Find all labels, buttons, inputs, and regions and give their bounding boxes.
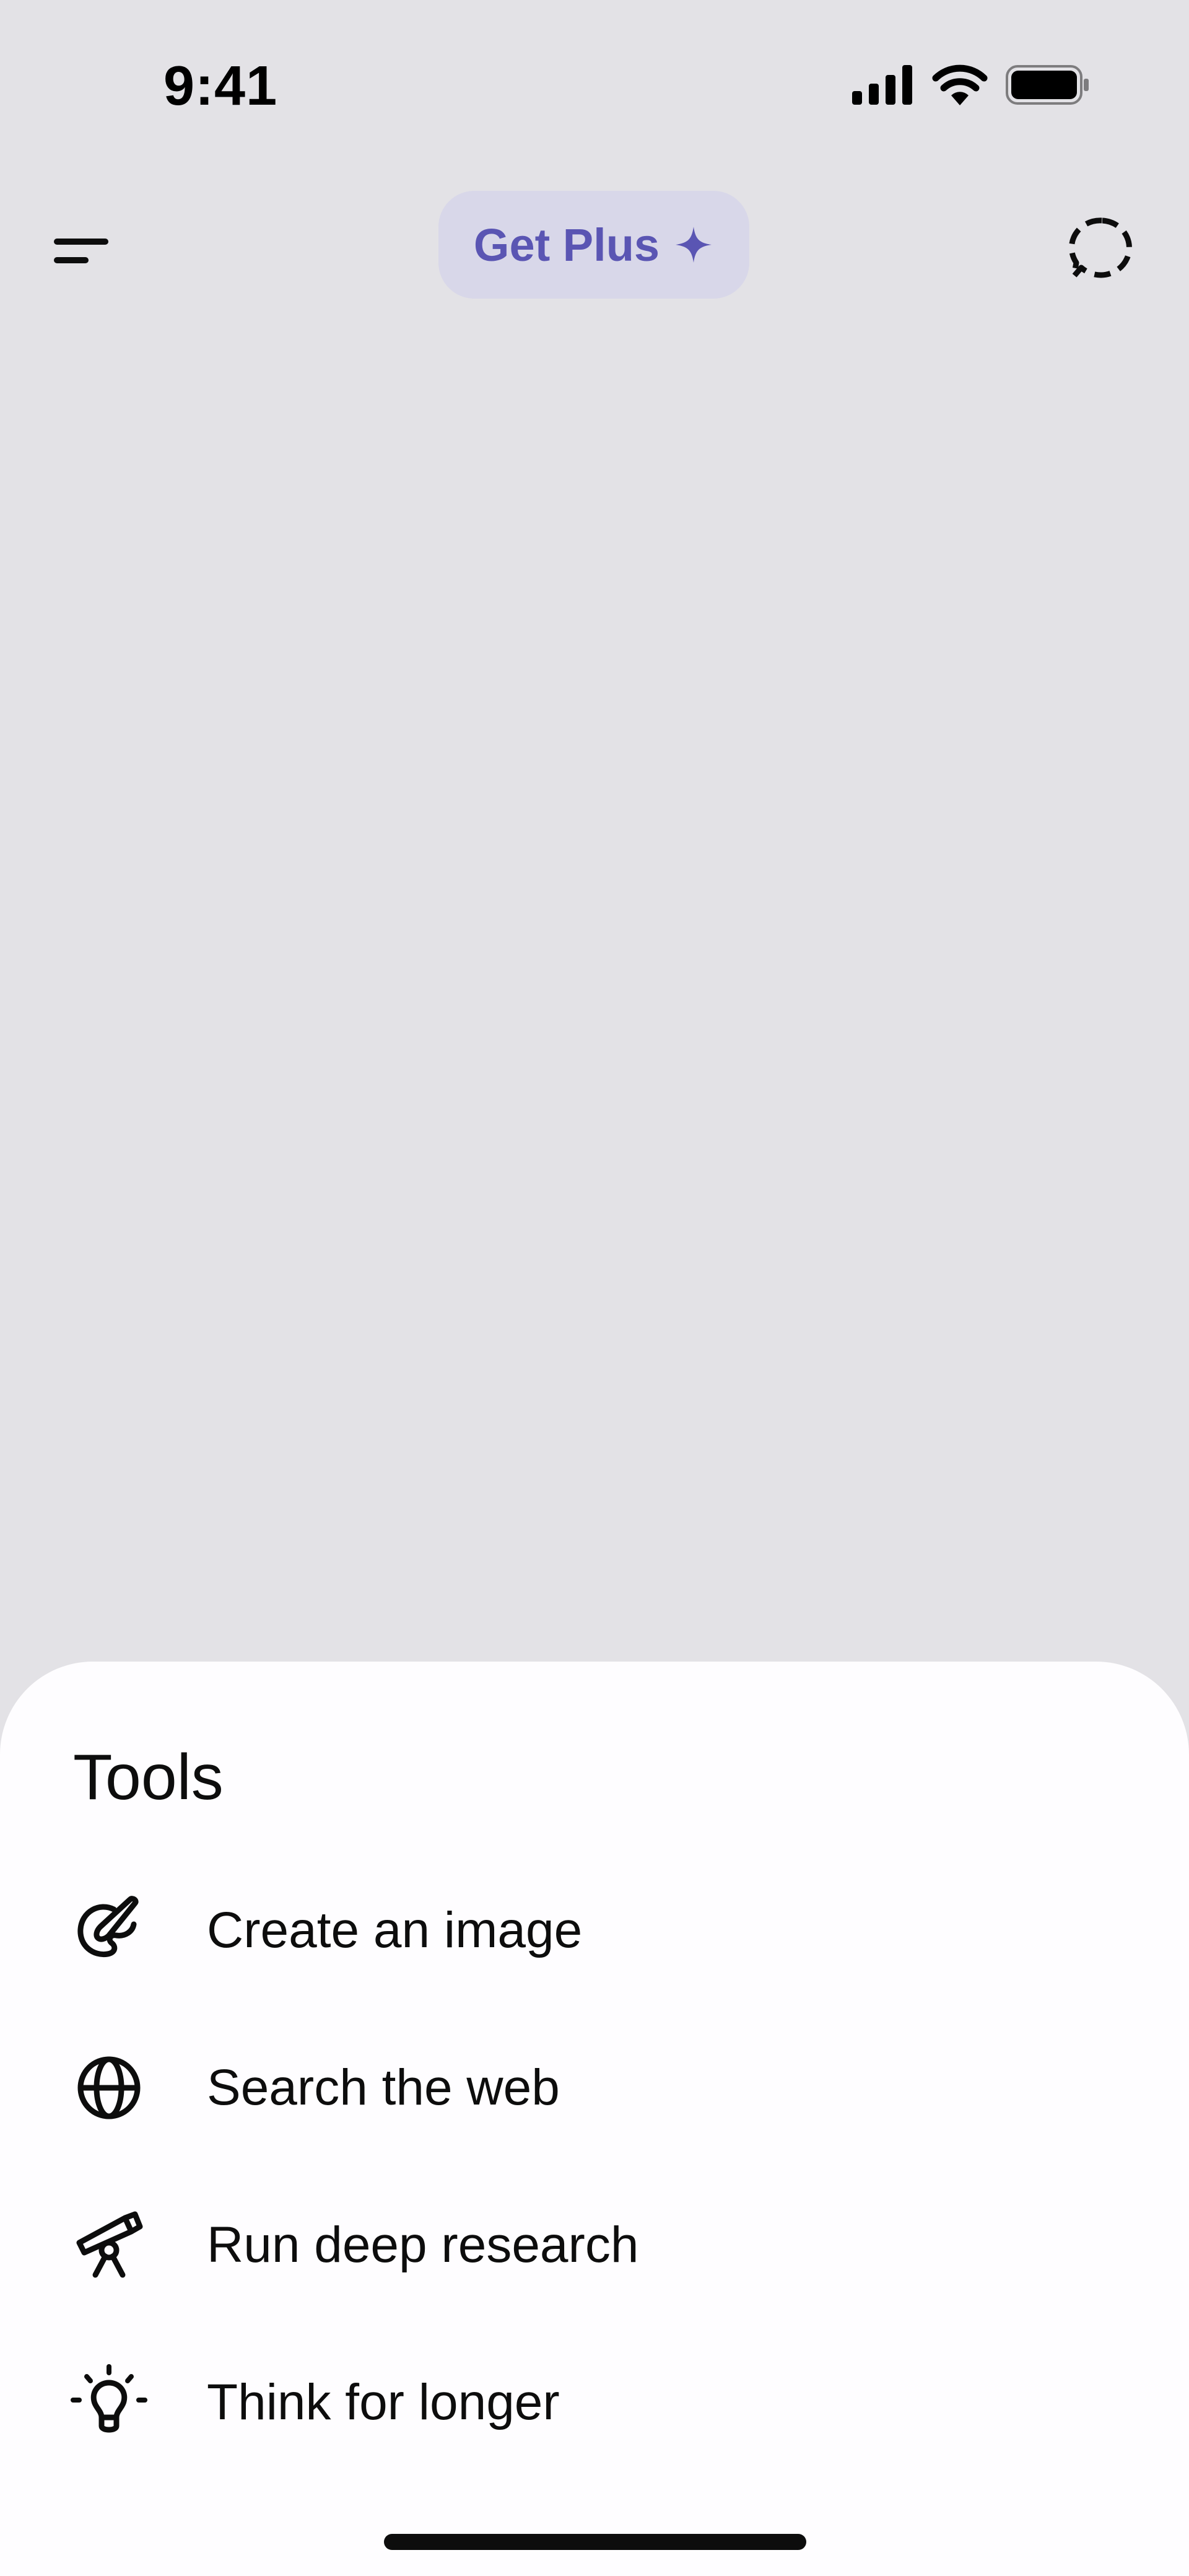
tool-label: Create an image [207,1902,583,1958]
menu-icon [54,239,108,263]
status-time: 9:41 [163,55,278,117]
home-indicator [384,2534,806,2550]
tool-deep-research[interactable]: Run deep research [0,2183,1189,2307]
battery-icon [1006,65,1089,105]
tool-search-web[interactable]: Search the web [0,2026,1189,2150]
tool-think-longer[interactable]: Think for longer [0,2341,1189,2464]
tool-create-image[interactable]: Create an image [0,1868,1189,1992]
sparkle-icon [676,227,712,263]
get-plus-label: Get Plus [473,219,660,271]
tool-label: Run deep research [207,2217,639,2273]
status-bar: 9:41 [0,0,1189,173]
top-app-bar: Get Plus [0,186,1189,310]
get-plus-button[interactable]: Get Plus [438,191,749,299]
menu-button[interactable] [50,223,118,279]
tools-sheet-title: Tools [73,1741,224,1813]
tool-label: Think for longer [207,2374,560,2430]
wifi-icon [932,64,988,105]
telescope-icon [76,2211,143,2278]
temporary-chat-button[interactable] [1065,212,1139,286]
tool-label: Search the web [207,2059,560,2116]
lightbulb-icon [71,2364,147,2433]
paintbrush-icon [77,1896,139,1958]
tools-sheet: Tools Create an image Search the web Run… [0,1662,1189,2576]
globe-icon [77,2056,141,2119]
status-icons [852,64,1090,105]
temporary-chat-icon [1068,217,1132,279]
cellular-signal-icon [852,65,912,105]
